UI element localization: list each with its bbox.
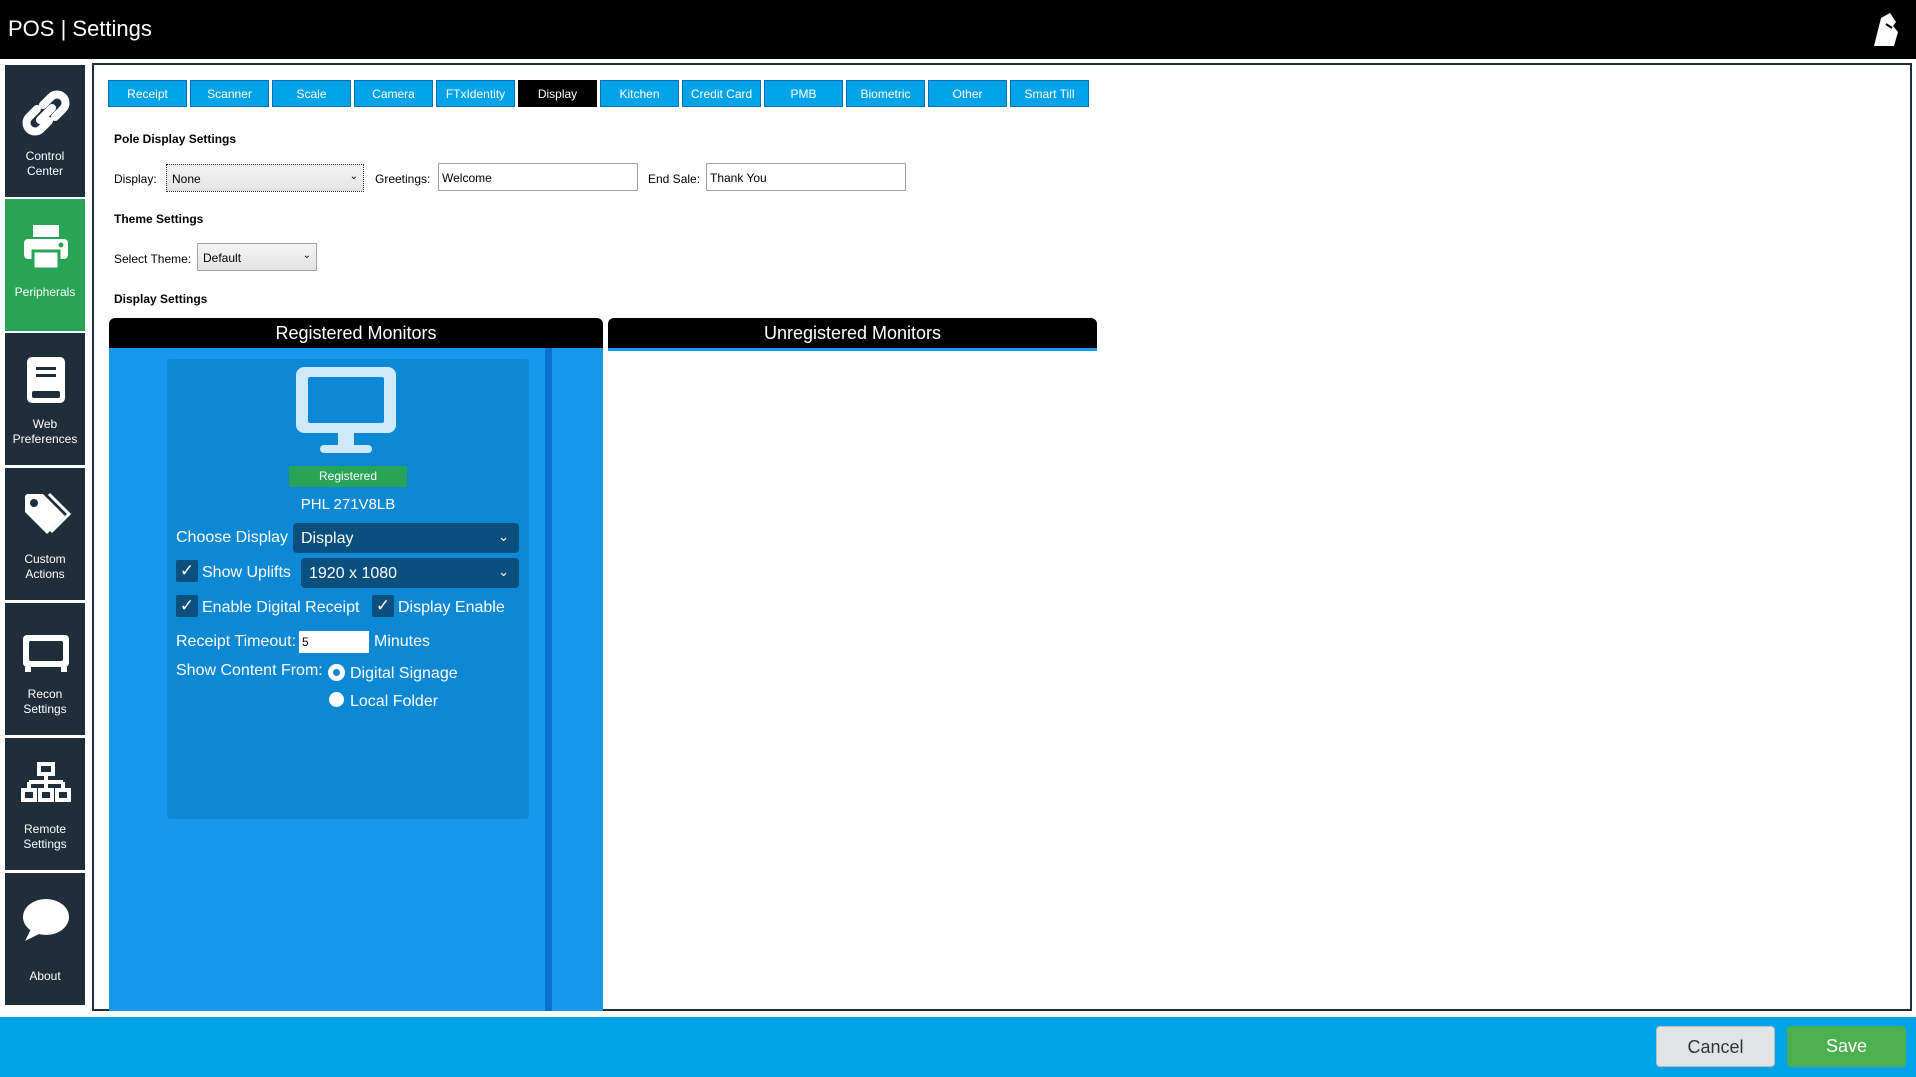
cancel-button[interactable]: Cancel — [1656, 1026, 1775, 1067]
bottom-action-bar — [0, 1017, 1916, 1077]
sidebar-item-remote-settings[interactable]: Remote Settings — [5, 738, 85, 870]
display-enable-checkbox[interactable]: ✓ — [372, 595, 394, 617]
pole-display-section-title: Pole Display Settings — [114, 132, 237, 146]
registered-monitors-header: Registered Monitors — [109, 318, 603, 348]
display-select-value: None — [172, 172, 201, 186]
printer-icon — [24, 225, 68, 271]
tab-ftxidentity[interactable]: FTxIdentity — [436, 80, 515, 107]
save-button[interactable]: Save — [1787, 1026, 1906, 1067]
unregistered-monitors-header: Unregistered Monitors — [608, 318, 1097, 348]
select-theme-label: Select Theme: — [114, 252, 192, 266]
receipt-timeout-label: Receipt Timeout: — [176, 633, 297, 650]
enable-digital-receipt-checkbox[interactable]: ✓ — [176, 595, 198, 617]
choose-display-value: Display — [301, 530, 354, 547]
show-content-label: Show Content From: — [176, 662, 323, 679]
book-icon — [27, 357, 65, 403]
theme-select[interactable]: Default ⌄ — [197, 243, 317, 271]
greetings-label: Greetings: — [375, 172, 431, 186]
local-folder-label: Local Folder — [350, 693, 439, 710]
sidebar-item-control-center[interactable]: Control Center — [5, 65, 85, 197]
title-bar: POS | Settings — [0, 0, 1916, 59]
tab-credit-card[interactable]: Credit Card — [682, 80, 761, 107]
sidebar-item-about[interactable]: About — [5, 873, 85, 1005]
display-select[interactable]: None ⌄ — [166, 164, 364, 192]
registered-monitors-scrollbar[interactable] — [545, 348, 552, 1011]
sidebar-item-label: Control Center — [25, 149, 65, 178]
theme-select-value: Default — [203, 251, 242, 265]
chevron-down-icon: ⌄ — [302, 250, 311, 261]
choose-display-select[interactable]: Display ⌄ — [293, 523, 519, 553]
unregistered-monitors-panel — [608, 348, 1097, 351]
tab-scanner[interactable]: Scanner — [190, 80, 269, 107]
monitor-name: PHL 271V8LB — [300, 496, 396, 513]
tab-display[interactable]: Display — [518, 80, 597, 107]
choose-display-label: Choose Display — [176, 529, 289, 546]
show-uplifts-checkbox[interactable]: ✓ — [176, 560, 198, 582]
sidebar-item-label: Peripherals — [14, 285, 76, 299]
sidebar-item-label: Recon Settings — [23, 687, 67, 716]
sidebar-item-label: Remote Settings — [23, 822, 67, 851]
monitor-icon — [23, 635, 69, 672]
sidebar-item-recon-settings[interactable]: Recon Settings — [5, 603, 85, 735]
sidebar-item-peripherals[interactable]: Peripherals — [5, 199, 85, 331]
receipt-timeout-input[interactable]: 5 — [299, 631, 369, 653]
digital-signage-label: Digital Signage — [350, 665, 458, 682]
tab-smart-till[interactable]: Smart Till — [1010, 80, 1089, 107]
display-label: Display: — [114, 172, 157, 186]
tab-scale[interactable]: Scale — [272, 80, 351, 107]
end-sale-label: End Sale: — [648, 172, 701, 186]
local-folder-radio[interactable] — [329, 692, 344, 707]
link-icon — [22, 90, 70, 136]
monitor-icon — [296, 367, 396, 453]
greetings-input[interactable]: Welcome — [438, 163, 638, 191]
sidebar-item-label: Custom Actions — [24, 552, 66, 581]
sidebar-item-custom-actions[interactable]: Custom Actions — [5, 468, 85, 600]
chat-bubble-icon — [23, 899, 69, 941]
tab-biometric[interactable]: Biometric — [846, 80, 925, 107]
tags-icon — [25, 492, 71, 534]
app-logo-icon — [1874, 13, 1898, 46]
network-icon — [21, 762, 71, 802]
monitor-card: Registered PHL 271V8LB Choose Display Di… — [167, 359, 529, 819]
digital-signage-radio[interactable] — [329, 665, 344, 680]
sidebar-item-web-preferences[interactable]: Web Preferences — [5, 333, 85, 465]
enable-digital-receipt-label: Enable Digital Receipt — [202, 599, 360, 616]
window-title: POS | Settings — [8, 16, 152, 41]
tab-other[interactable]: Other — [928, 80, 1007, 107]
chevron-down-icon: ⌄ — [498, 564, 509, 579]
display-enable-label: Display Enable — [398, 599, 505, 616]
sidebar: Control Center Peripherals Web Preferenc… — [3, 63, 86, 1011]
resolution-select[interactable]: 1920 x 1080 ⌄ — [301, 558, 519, 588]
tab-pmb[interactable]: PMB — [764, 80, 843, 107]
show-uplifts-label: Show Uplifts — [202, 564, 291, 581]
status-badge: Registered — [289, 466, 407, 487]
tab-camera[interactable]: Camera — [354, 80, 433, 107]
tab-receipt[interactable]: Receipt — [108, 80, 187, 107]
resolution-value: 1920 x 1080 — [309, 565, 398, 582]
sidebar-item-label: Web Preferences — [12, 417, 78, 446]
chevron-down-icon: ⌄ — [498, 529, 509, 544]
chevron-down-icon: ⌄ — [349, 171, 358, 182]
theme-section-title: Theme Settings — [114, 212, 204, 226]
tab-kitchen[interactable]: Kitchen — [600, 80, 679, 107]
receipt-timeout-unit: Minutes — [374, 633, 431, 650]
end-sale-input[interactable]: Thank You — [706, 163, 906, 191]
sidebar-item-label: About — [29, 969, 61, 983]
display-settings-section-title: Display Settings — [114, 292, 208, 306]
